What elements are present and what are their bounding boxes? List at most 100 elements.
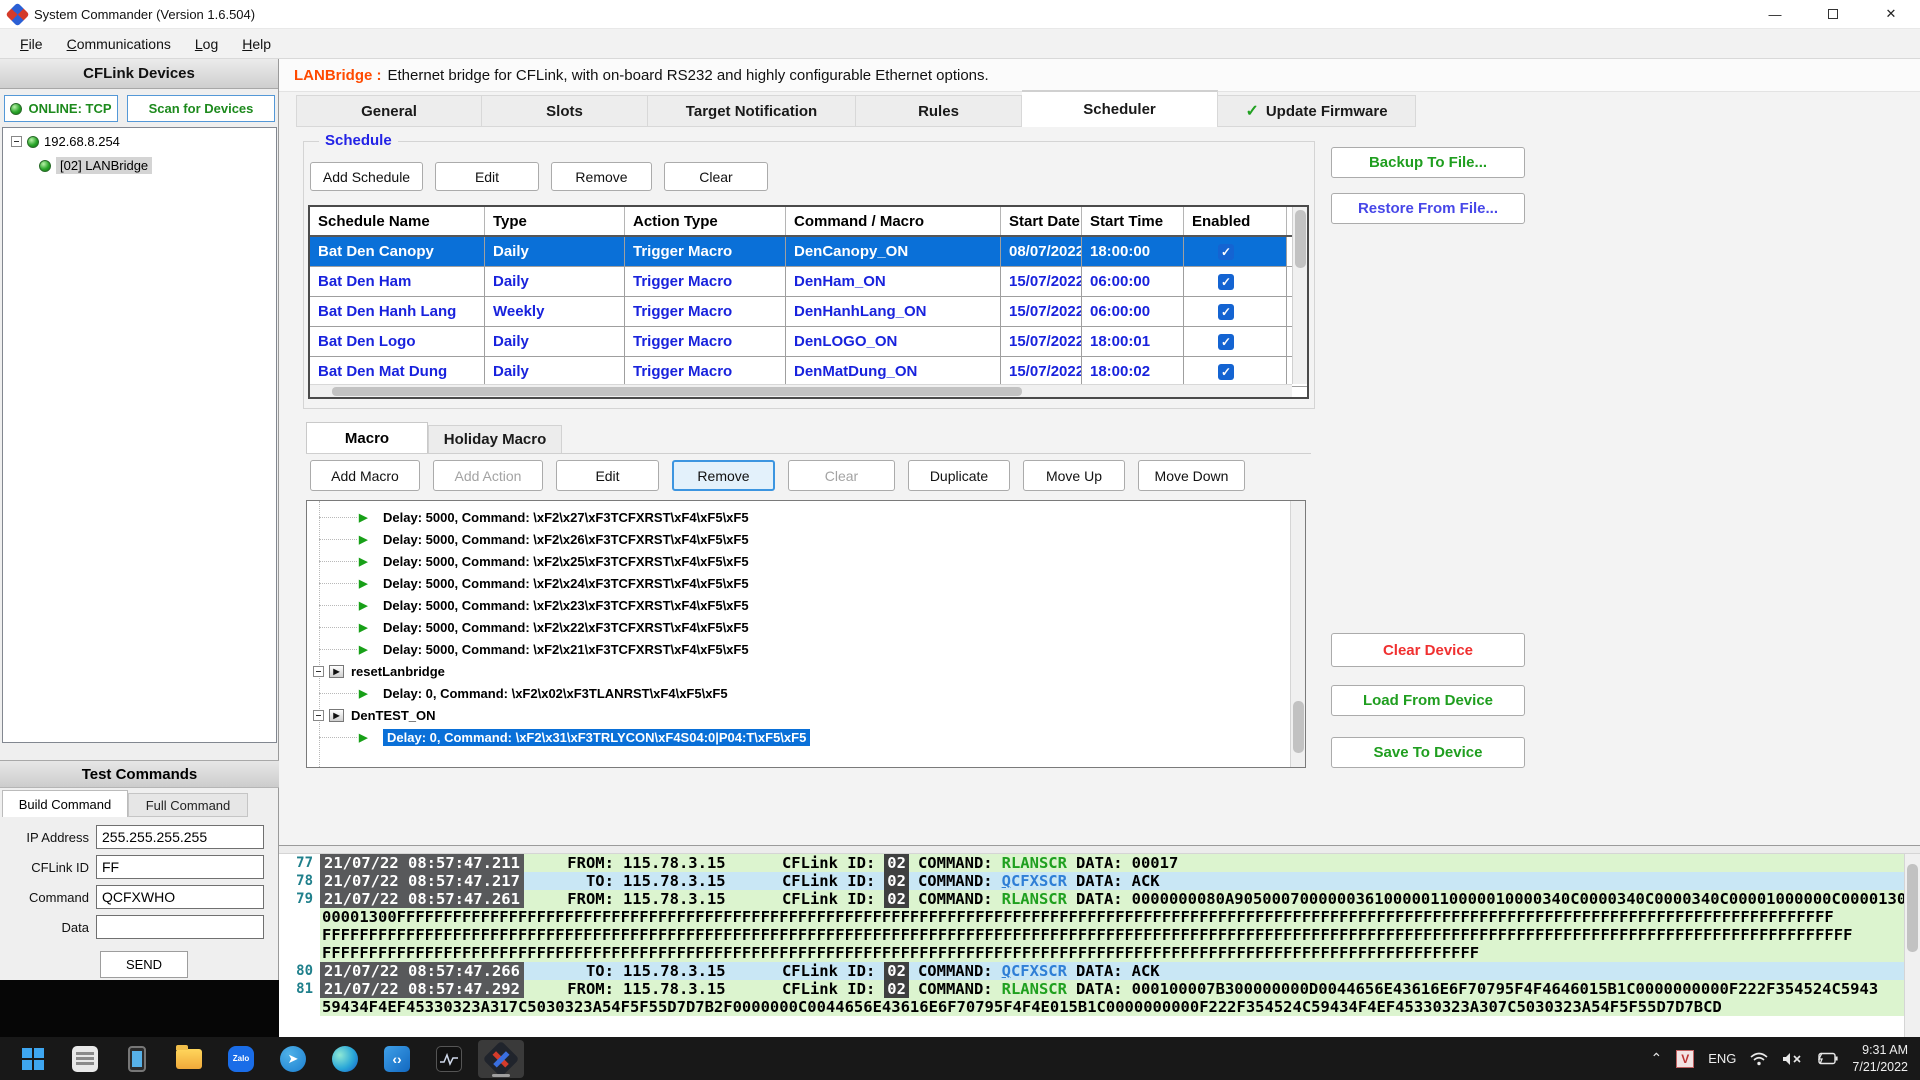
menu-item-file[interactable]: File bbox=[8, 32, 55, 56]
log-row[interactable]: 7821/07/22 08:57:47.217TO:115.78.3.15CFL… bbox=[279, 872, 1920, 890]
schedule-table-hscrollbar[interactable] bbox=[310, 384, 1292, 397]
scrollbar-thumb[interactable] bbox=[1295, 210, 1306, 268]
clear-device-button[interactable]: Clear Device bbox=[1331, 633, 1525, 667]
schedule-remove-button[interactable]: Remove bbox=[551, 162, 652, 191]
log-row[interactable]: FFFFFFFFFFFFFFFFFFFFFFFFFFFFFFFFFFFFFFFF… bbox=[279, 944, 1920, 962]
taskbar-icon-vscode[interactable]: ‹› bbox=[374, 1040, 420, 1078]
close-button[interactable]: ✕ bbox=[1862, 0, 1920, 28]
enabled-checkbox[interactable]: ✓ bbox=[1218, 364, 1234, 380]
log-row[interactable]: 7921/07/22 08:57:47.261FROM:115.78.3.15C… bbox=[279, 890, 1920, 908]
tree-item[interactable]: ▶Delay: 5000, Command: \xF2\x21\xF3TCFXR… bbox=[307, 638, 1305, 660]
taskbar-icon-zalo[interactable]: Zalo bbox=[218, 1040, 264, 1078]
tree-item[interactable]: ▶Delay: 0, Command: \xF2\x02\xF3TLANRST\… bbox=[307, 682, 1305, 704]
taskbar-icon-phone-link[interactable] bbox=[114, 1040, 160, 1078]
log-splitter[interactable] bbox=[279, 846, 1920, 854]
table-row[interactable]: Bat Den CanopyDailyTrigger MacroDenCanop… bbox=[310, 237, 1307, 267]
collapse-icon[interactable] bbox=[11, 136, 22, 147]
send-button[interactable]: SEND bbox=[100, 951, 188, 978]
online-status-button[interactable]: ONLINE: TCP bbox=[4, 95, 118, 122]
tree-item[interactable]: ▶Delay: 5000, Command: \xF2\x24\xF3TCFXR… bbox=[307, 572, 1305, 594]
enabled-checkbox[interactable]: ✓ bbox=[1218, 244, 1234, 260]
tree-item[interactable]: ▶resetLanbridge bbox=[307, 660, 1305, 682]
table-row[interactable]: Bat Den HamDailyTrigger MacroDenHam_ON15… bbox=[310, 267, 1307, 297]
tree-item[interactable]: ▶Delay: 5000, Command: \xF2\x22\xF3TCFXR… bbox=[307, 616, 1305, 638]
tree-item[interactable]: ▶Delay: 5000, Command: \xF2\x26\xF3TCFXR… bbox=[307, 528, 1305, 550]
taskbar-icon-telegram[interactable]: ➤ bbox=[270, 1040, 316, 1078]
tab-target-notification[interactable]: Target Notification bbox=[648, 95, 856, 127]
tree-item[interactable]: ▶Delay: 5000, Command: \xF2\x27\xF3TCFXR… bbox=[307, 506, 1305, 528]
log-vscrollbar[interactable] bbox=[1904, 854, 1920, 1037]
tree-item[interactable]: ▶DenTEST_ON bbox=[307, 704, 1305, 726]
taskbar-icon-file-explorer[interactable] bbox=[166, 1040, 212, 1078]
menu-item-communications[interactable]: Communications bbox=[55, 32, 183, 56]
wifi-icon[interactable] bbox=[1750, 1052, 1768, 1066]
table-row[interactable]: Bat Den LogoDailyTrigger MacroDenLOGO_ON… bbox=[310, 327, 1307, 357]
battery-icon[interactable] bbox=[1816, 1052, 1838, 1065]
tab-general[interactable]: General bbox=[296, 95, 482, 127]
schedule-add-schedule-button[interactable]: Add Schedule bbox=[310, 162, 423, 191]
tab-build-command[interactable]: Build Command bbox=[2, 790, 128, 817]
tab-macro[interactable]: Macro bbox=[306, 422, 428, 453]
ip-address-input[interactable] bbox=[96, 825, 264, 849]
save-to-device-button[interactable]: Save To Device bbox=[1331, 737, 1525, 768]
command-input[interactable] bbox=[96, 885, 264, 909]
macro-move-up-button[interactable]: Move Up bbox=[1023, 460, 1125, 491]
log-row[interactable]: FFFFFFFFFFFFFFFFFFFFFFFFFFFFFFFFFFFFFFFF… bbox=[279, 926, 1920, 944]
tab-update-firmware[interactable]: ✓Update Firmware bbox=[1218, 95, 1416, 127]
tray-chevron-icon[interactable]: ⌃ bbox=[1650, 1050, 1662, 1067]
tab-rules[interactable]: Rules bbox=[856, 95, 1022, 127]
restore-from-file-button[interactable]: Restore From File... bbox=[1331, 193, 1525, 224]
tab-full-command[interactable]: Full Command bbox=[128, 793, 248, 817]
log-row[interactable]: 8021/07/22 08:57:47.266TO:115.78.3.15CFL… bbox=[279, 962, 1920, 980]
taskbar-icon-logic-app[interactable] bbox=[426, 1040, 472, 1078]
volume-muted-icon[interactable] bbox=[1782, 1052, 1802, 1066]
maximize-button[interactable] bbox=[1804, 0, 1862, 28]
tab-holiday-macro[interactable]: Holiday Macro bbox=[428, 425, 562, 453]
scrollbar-thumb[interactable] bbox=[1907, 864, 1918, 952]
backup-to-file-button[interactable]: Backup To File... bbox=[1331, 147, 1525, 178]
log-row[interactable]: 00001300FFFFFFFFFFFFFFFFFFFFFFFFFFFFFFFF… bbox=[279, 908, 1920, 926]
start-button[interactable] bbox=[10, 1040, 56, 1078]
schedule-clear-button[interactable]: Clear bbox=[664, 162, 768, 191]
cflink-id-input[interactable] bbox=[96, 855, 264, 879]
tree-item[interactable]: ▶Delay: 5000, Command: \xF2\x25\xF3TCFXR… bbox=[307, 550, 1305, 572]
minimize-button[interactable]: — bbox=[1746, 0, 1804, 28]
enabled-checkbox[interactable]: ✓ bbox=[1218, 334, 1234, 350]
menu-item-log[interactable]: Log bbox=[183, 32, 230, 56]
device-tree-root[interactable]: 192.68.8.254 bbox=[11, 134, 120, 149]
macro-remove-button[interactable]: Remove bbox=[672, 460, 775, 491]
schedule-edit-button[interactable]: Edit bbox=[435, 162, 539, 191]
taskbar-icon-edge[interactable] bbox=[322, 1040, 368, 1078]
schedule-table-vscrollbar[interactable] bbox=[1292, 207, 1307, 384]
enabled-checkbox[interactable]: ✓ bbox=[1218, 274, 1234, 290]
tree-item[interactable]: ▶Delay: 5000, Command: \xF2\x23\xF3TCFXR… bbox=[307, 594, 1305, 616]
log-row[interactable]: 59434F4EF45330323A317C5030323A54F5F55D7D… bbox=[279, 998, 1920, 1016]
log-row[interactable]: 8121/07/22 08:57:47.292FROM:115.78.3.15C… bbox=[279, 980, 1920, 998]
table-row[interactable]: Bat Den Mat DungDailyTrigger MacroDenMat… bbox=[310, 357, 1307, 387]
tree-item[interactable]: ▶Delay: 0, Command: \xF2\x31\xF3TRLYCON\… bbox=[307, 726, 1305, 748]
tab-scheduler[interactable]: Scheduler bbox=[1022, 90, 1218, 127]
macro-duplicate-button[interactable]: Duplicate bbox=[908, 460, 1010, 491]
macro-move-down-button[interactable]: Move Down bbox=[1138, 460, 1245, 491]
language-indicator[interactable]: ENG bbox=[1708, 1051, 1736, 1066]
data-input[interactable] bbox=[96, 915, 264, 939]
macro-clear-button[interactable]: Clear bbox=[788, 460, 895, 491]
clock[interactable]: 9:31 AM 7/21/2022 bbox=[1852, 1042, 1908, 1076]
tray-v-app-icon[interactable]: V bbox=[1676, 1050, 1694, 1068]
menu-item-help[interactable]: Help bbox=[230, 32, 283, 56]
scan-for-devices-button[interactable]: Scan for Devices bbox=[127, 95, 275, 122]
taskbar-icon-keyboard[interactable] bbox=[62, 1040, 108, 1078]
macro-edit-button[interactable]: Edit bbox=[556, 460, 659, 491]
load-from-device-button[interactable]: Load From Device bbox=[1331, 685, 1525, 716]
taskbar-icon-system-commander[interactable] bbox=[478, 1040, 524, 1078]
log-row[interactable]: 7721/07/22 08:57:47.211FROM:115.78.3.15C… bbox=[279, 854, 1920, 872]
enabled-checkbox[interactable]: ✓ bbox=[1218, 304, 1234, 320]
macro-add-action-button[interactable]: Add Action bbox=[433, 460, 543, 491]
macro-add-macro-button[interactable]: Add Macro bbox=[310, 460, 420, 491]
tab-slots[interactable]: Slots bbox=[482, 95, 648, 127]
collapse-icon[interactable] bbox=[313, 666, 324, 677]
table-row[interactable]: Bat Den Hanh LangWeeklyTrigger MacroDenH… bbox=[310, 297, 1307, 327]
device-tree-child[interactable]: [02] LANBridge bbox=[39, 157, 152, 174]
collapse-icon[interactable] bbox=[313, 710, 324, 721]
scrollbar-thumb[interactable] bbox=[332, 387, 1022, 396]
